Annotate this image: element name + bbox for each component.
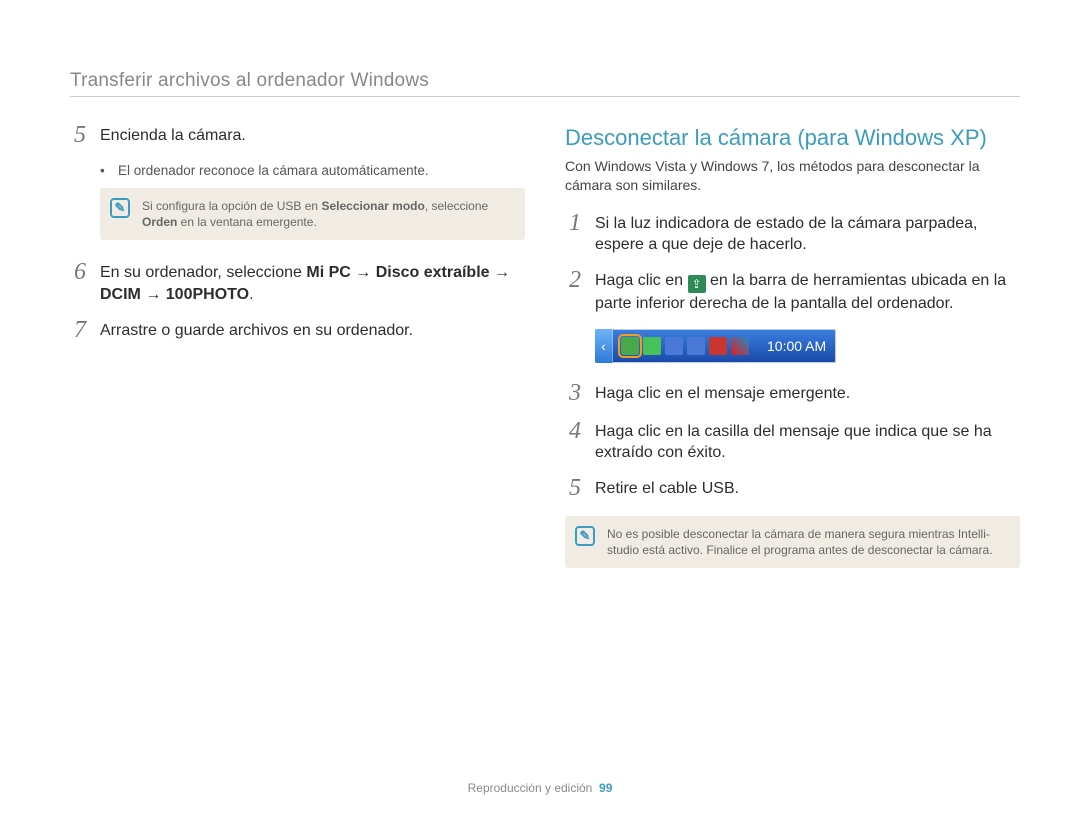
step-number: 3 bbox=[565, 381, 585, 405]
page-footer: Reproducción y edición 99 bbox=[0, 781, 1080, 795]
section-heading: Desconectar la cámara (para Windows XP) bbox=[565, 125, 1020, 151]
safely-remove-hardware-tray-icon bbox=[621, 337, 639, 355]
document-page: Transferir archivos al ordenador Windows… bbox=[0, 0, 1080, 815]
footer-section: Reproducción y edición bbox=[468, 781, 593, 795]
right-column: Desconectar la cámara (para Windows XP) … bbox=[565, 125, 1020, 590]
note-box-intelli-studio: No es posible desconectar la cámara de m… bbox=[565, 516, 1020, 568]
tray-icon bbox=[687, 337, 705, 355]
page-header: Transferir archivos al ordenador Windows bbox=[70, 70, 1020, 92]
step-5-right: 5 Retire el cable USB. bbox=[565, 478, 1020, 502]
systray-icons bbox=[613, 337, 757, 355]
step-text: Haga clic en el mensaje emergente. bbox=[595, 383, 1020, 407]
note-icon bbox=[575, 526, 595, 546]
step-2: 2 Haga clic en en la barra de herramient… bbox=[565, 270, 1020, 315]
safely-remove-hardware-icon bbox=[688, 275, 706, 293]
step-text: Si la luz indicadora de estado de la cám… bbox=[595, 213, 1020, 256]
bullet-text: El ordenador reconoce la cámara automáti… bbox=[118, 163, 429, 178]
two-column-layout: 5 Encienda la cámara. • El ordenador rec… bbox=[70, 125, 1020, 590]
header-rule bbox=[70, 96, 1020, 97]
note-text-c: en la ventana emergente. bbox=[177, 215, 316, 229]
step-text: En su ordenador, seleccione Mi PC → Disc… bbox=[100, 262, 525, 305]
step-number: 2 bbox=[565, 268, 585, 313]
step-number: 6 bbox=[70, 260, 90, 303]
step-number: 5 bbox=[565, 476, 585, 500]
note-bold-2: Orden bbox=[142, 215, 177, 229]
note-bold-1: Seleccionar modo bbox=[321, 199, 424, 213]
step-5-bullet: • El ordenador reconoce la cámara automá… bbox=[100, 163, 525, 178]
tray-icon bbox=[643, 337, 661, 355]
step-6: 6 En su ordenador, seleccione Mi PC → Di… bbox=[70, 262, 525, 305]
note-icon bbox=[110, 198, 130, 218]
step-1: 1 Si la luz indicadora de estado de la c… bbox=[565, 213, 1020, 256]
page-number: 99 bbox=[599, 781, 612, 795]
taskbar-clock: 10:00 AM bbox=[757, 338, 826, 354]
security-shield-icon bbox=[731, 337, 749, 355]
note-text-b: , seleccione bbox=[425, 199, 488, 213]
step-number: 1 bbox=[565, 211, 585, 254]
note-text: No es posible desconectar la cámara de m… bbox=[607, 527, 993, 557]
section-subtitle: Con Windows Vista y Windows 7, los métod… bbox=[565, 157, 1020, 195]
step-number: 5 bbox=[70, 123, 90, 147]
step-text: Haga clic en la casilla del mensaje que … bbox=[595, 421, 1020, 464]
tray-icon bbox=[665, 337, 683, 355]
step-text: Haga clic en en la barra de herramientas… bbox=[595, 270, 1020, 315]
bullet-dot: • bbox=[100, 163, 110, 178]
note-box-usb: Si configura la opción de USB en Selecci… bbox=[100, 188, 525, 240]
step-4: 4 Haga clic en la casilla del mensaje qu… bbox=[565, 421, 1020, 464]
left-column: 5 Encienda la cámara. • El ordenador rec… bbox=[70, 125, 525, 590]
step-number: 7 bbox=[70, 318, 90, 342]
step-text: Encienda la cámara. bbox=[100, 125, 525, 149]
windows-taskbar: ‹ 10:00 AM bbox=[595, 329, 836, 363]
step-text: Retire el cable USB. bbox=[595, 478, 1020, 502]
step-7: 7 Arrastre o guarde archivos en su orden… bbox=[70, 320, 525, 344]
step-5: 5 Encienda la cámara. bbox=[70, 125, 525, 149]
step-text: Arrastre o guarde archivos en su ordenad… bbox=[100, 320, 525, 344]
step-3: 3 Haga clic en el mensaje emergente. bbox=[565, 383, 1020, 407]
note-text-a: Si configura la opción de USB en bbox=[142, 199, 321, 213]
taskbar-chevron-icon: ‹ bbox=[595, 329, 613, 363]
step-number: 4 bbox=[565, 419, 585, 462]
tray-icon bbox=[709, 337, 727, 355]
taskbar-screenshot: ‹ 10:00 AM bbox=[595, 329, 1020, 363]
